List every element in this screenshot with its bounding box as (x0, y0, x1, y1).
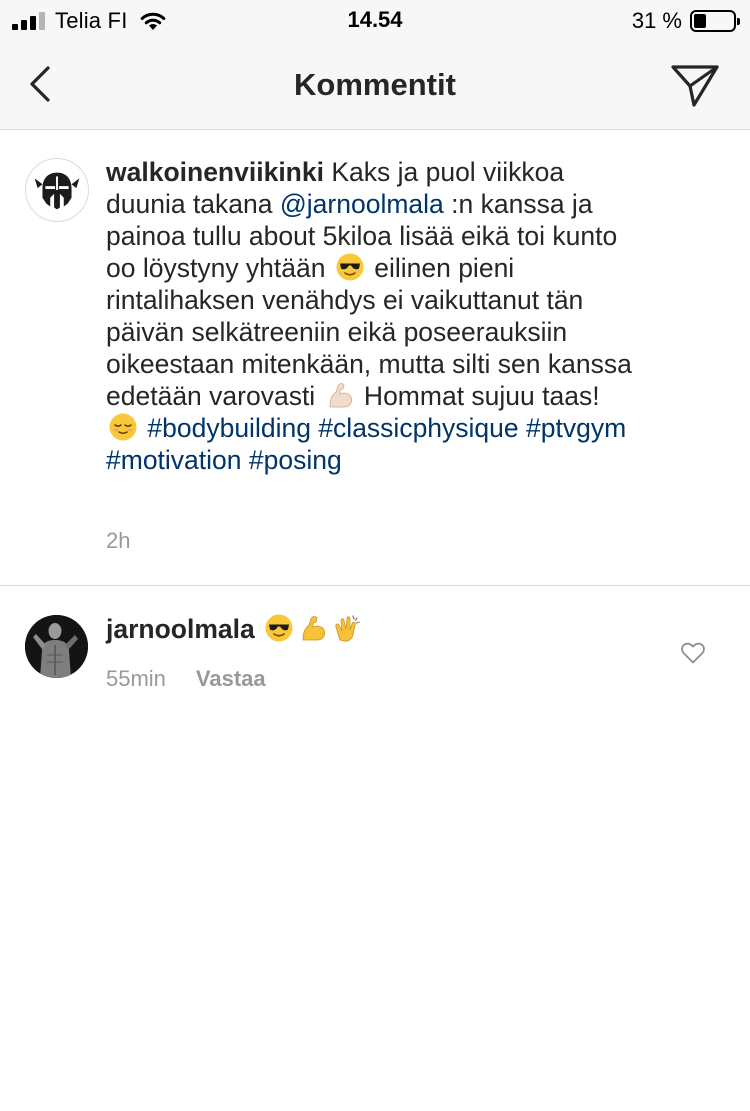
reply-text: jarnoolmala (106, 613, 364, 645)
profile-photo-icon (25, 615, 88, 678)
hashtag-link[interactable]: #motivation (106, 445, 242, 475)
hashtag-link[interactable]: #bodybuilding (147, 413, 311, 443)
flexed-biceps-emoji-icon (329, 383, 352, 408)
sunglasses-emoji-icon (265, 614, 293, 642)
reply-timestamp: 55min (106, 666, 166, 691)
reply-meta: 55min Vastaa (106, 666, 266, 692)
avatar-jarnoolmala[interactable] (25, 615, 88, 678)
hashtag-link[interactable]: #classicphysique (318, 413, 518, 443)
caption-username[interactable]: walkoinenviikinki (106, 157, 324, 187)
like-heart-icon[interactable] (680, 641, 706, 665)
battery-icon (690, 10, 740, 32)
comment-row: jarnoolmala 55min Vastaa (0, 587, 750, 707)
battery-percentage: 31 % (631, 8, 682, 33)
caption-text: walkoinenviikinki Kaks ja puol viikkoa d… (106, 156, 636, 476)
avatar-walkoinenviikinki[interactable] (25, 158, 89, 222)
clapping-hands-emoji-icon (335, 615, 360, 642)
viking-helmet-logo-icon (34, 172, 80, 210)
sunglasses-emoji-icon (336, 253, 364, 281)
caption-timestamp: 2h (106, 528, 131, 553)
page-title: Kommentit (294, 67, 456, 102)
mention-link[interactable]: @jarnoolmala (280, 189, 444, 219)
reply-username[interactable]: jarnoolmala (106, 614, 255, 644)
hashtag-link[interactable]: #ptvgym (526, 413, 626, 443)
relieved-face-emoji-icon (109, 413, 137, 441)
battery-level-fill (694, 14, 706, 28)
paper-plane-icon[interactable] (670, 61, 720, 109)
status-bar: Telia FI 14.54 31 % (0, 0, 750, 40)
reply-button[interactable]: Vastaa (196, 666, 266, 691)
caption-comment: walkoinenviikinki Kaks ja puol viikkoa d… (0, 131, 750, 586)
header-bar: Kommentit (0, 40, 750, 130)
caption-text-part: Hommat sujuu taas! (356, 381, 600, 411)
hashtag-link[interactable]: #posing (249, 445, 342, 475)
flexed-biceps-emoji-icon (302, 616, 326, 641)
